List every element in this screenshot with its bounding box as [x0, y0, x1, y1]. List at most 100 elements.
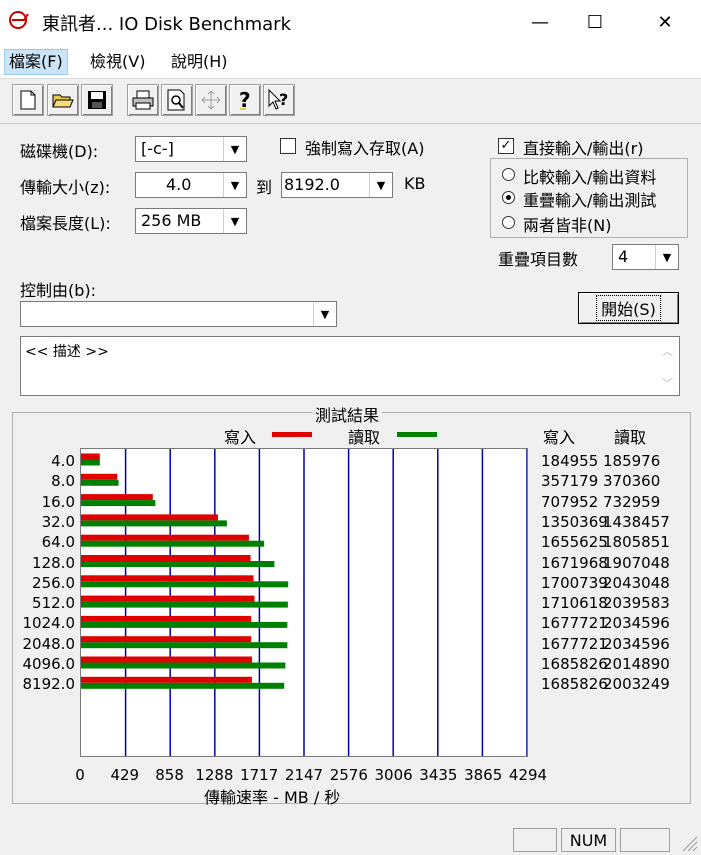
bar-write	[81, 453, 100, 460]
table-cell-write: 1671968	[541, 553, 608, 572]
close-icon: ✕	[657, 11, 673, 33]
minimize-button[interactable]: —	[517, 0, 563, 44]
open-button[interactable]	[47, 84, 79, 116]
table-cell-write: 1677721	[541, 634, 608, 653]
y-tick-label: 32.0	[41, 512, 75, 531]
print-button[interactable]	[127, 84, 159, 116]
chevron-down-icon[interactable]: ▼	[655, 245, 678, 269]
radio-compare-label: 比較輸入/輸出資料	[523, 168, 657, 187]
legend-read-swatch	[397, 432, 437, 437]
app-icon	[8, 8, 36, 32]
radio-overlap[interactable]	[502, 191, 515, 204]
queue-depth-select[interactable]: 4 ▼	[612, 244, 679, 270]
window-title: 東訊者... IO Disk Benchmark	[42, 14, 291, 35]
transfer-size-label: 傳輸大小(z):	[20, 178, 111, 197]
bar-write	[81, 514, 218, 521]
x-tick-label: 2147	[284, 766, 324, 784]
table-cell-read: 2003249	[603, 675, 670, 694]
y-tick-label: 4096.0	[22, 655, 76, 673]
bar-read	[81, 459, 100, 466]
transfer-to-select[interactable]: 8192.0 ▼	[281, 172, 393, 198]
close-button[interactable]: ✕	[642, 0, 688, 44]
maximize-button[interactable]: ☐	[572, 0, 618, 44]
save-button[interactable]	[81, 84, 113, 116]
chevron-down-icon[interactable]: ▼	[313, 302, 336, 326]
bar-read	[81, 581, 289, 588]
y-tick-label: 16.0	[41, 492, 75, 511]
table-cell-read: 1907048	[603, 553, 670, 572]
x-axis-label: 傳輸速率 - MB / 秒	[204, 788, 341, 807]
table-cell-read: 2034596	[603, 614, 670, 633]
chevron-down-icon[interactable]: ▼	[369, 173, 392, 197]
bar-write	[81, 636, 252, 643]
queue-depth-label: 重疊項目數	[498, 250, 579, 269]
bar-read	[81, 520, 227, 527]
chevron-down-icon[interactable]: ▼	[223, 137, 246, 161]
direct-io-checkbox[interactable]: ✓	[498, 138, 514, 154]
transfer-to-value: 8192.0	[284, 175, 340, 194]
chevron-down-icon[interactable]: ▼	[223, 173, 246, 197]
x-tick-label: 4294	[508, 766, 548, 784]
table-cell-write: 1350369	[541, 512, 608, 531]
save-icon	[88, 91, 106, 109]
y-tick-label: 256.0	[32, 573, 75, 592]
table-cell-read: 2039583	[603, 594, 670, 613]
menu-view[interactable]: 檢視(V)	[86, 50, 149, 74]
move-button[interactable]	[195, 84, 227, 116]
bar-read	[81, 642, 288, 649]
table-cell-write: 707952	[541, 492, 599, 511]
menu-help[interactable]: 說明(H)	[167, 50, 232, 74]
table-cell-write: 1655625	[541, 533, 608, 552]
table-cell-write: 357179	[541, 472, 599, 491]
bar-write	[81, 575, 254, 582]
force-write-label: 強制寫入存取(A)	[305, 139, 425, 158]
to-label: 到	[256, 178, 273, 197]
table-cell-write: 1677721	[541, 614, 608, 633]
file-length-value: 256 MB	[141, 211, 202, 230]
radio-neither-label: 兩者皆非(N)	[523, 216, 612, 235]
file-length-select[interactable]: 256 MB ▼	[135, 208, 247, 234]
print-icon	[132, 90, 154, 110]
scroll-down-icon[interactable]: ﹀	[662, 375, 673, 391]
drive-select[interactable]: [-c-] ▼	[135, 136, 247, 162]
start-button-label: 開始(S)	[596, 295, 661, 321]
control-select[interactable]: ▼	[20, 301, 337, 327]
resize-grip-icon[interactable]	[678, 832, 698, 852]
help-button[interactable]: ?	[229, 84, 261, 116]
radio-compare[interactable]	[502, 168, 515, 181]
table-cell-read: 185976	[603, 452, 661, 470]
transfer-from-select[interactable]: 4.0 ▼	[135, 172, 247, 198]
bar-write	[81, 534, 249, 541]
y-tick-label: 4.0	[51, 452, 75, 470]
context-help-button[interactable]: ?	[263, 84, 295, 116]
start-button[interactable]: 開始(S)	[578, 292, 679, 324]
force-write-checkbox[interactable]	[280, 138, 296, 154]
bar-write	[81, 656, 252, 663]
description-text: << 描述 >>	[25, 344, 109, 360]
maximize-icon: ☐	[586, 11, 604, 33]
drive-value: [-c-]	[141, 139, 174, 158]
y-tick-label: 1024.0	[22, 614, 76, 633]
description-textarea[interactable]: << 描述 >> ︿ ﹀	[20, 336, 680, 396]
menu-file[interactable]: 檔案(F)	[4, 49, 68, 75]
drive-label: 磁碟機(D):	[20, 142, 99, 161]
x-tick-label: 1288	[195, 766, 234, 784]
legend-write-swatch	[272, 432, 312, 437]
radio-neither[interactable]	[502, 216, 515, 229]
table-cell-write: 1685826	[541, 675, 608, 694]
table-cell-read: 1805851	[603, 533, 670, 552]
print-preview-button[interactable]	[161, 84, 193, 116]
new-button[interactable]	[12, 84, 44, 116]
y-tick-label: 8192.0	[22, 675, 76, 694]
table-cell-read: 370360	[603, 472, 661, 491]
bar-read	[81, 682, 285, 689]
scroll-up-icon[interactable]: ︿	[662, 343, 673, 359]
legend-write-label: 寫入	[224, 428, 257, 447]
table-cell-read: 2043048	[603, 573, 670, 592]
bar-write	[81, 494, 153, 501]
chevron-down-icon[interactable]: ▼	[223, 209, 246, 233]
minimize-icon: —	[531, 11, 549, 33]
control-label: 控制由(b):	[20, 281, 97, 300]
bar-write	[81, 676, 252, 683]
context-help-icon: ?	[268, 89, 288, 110]
